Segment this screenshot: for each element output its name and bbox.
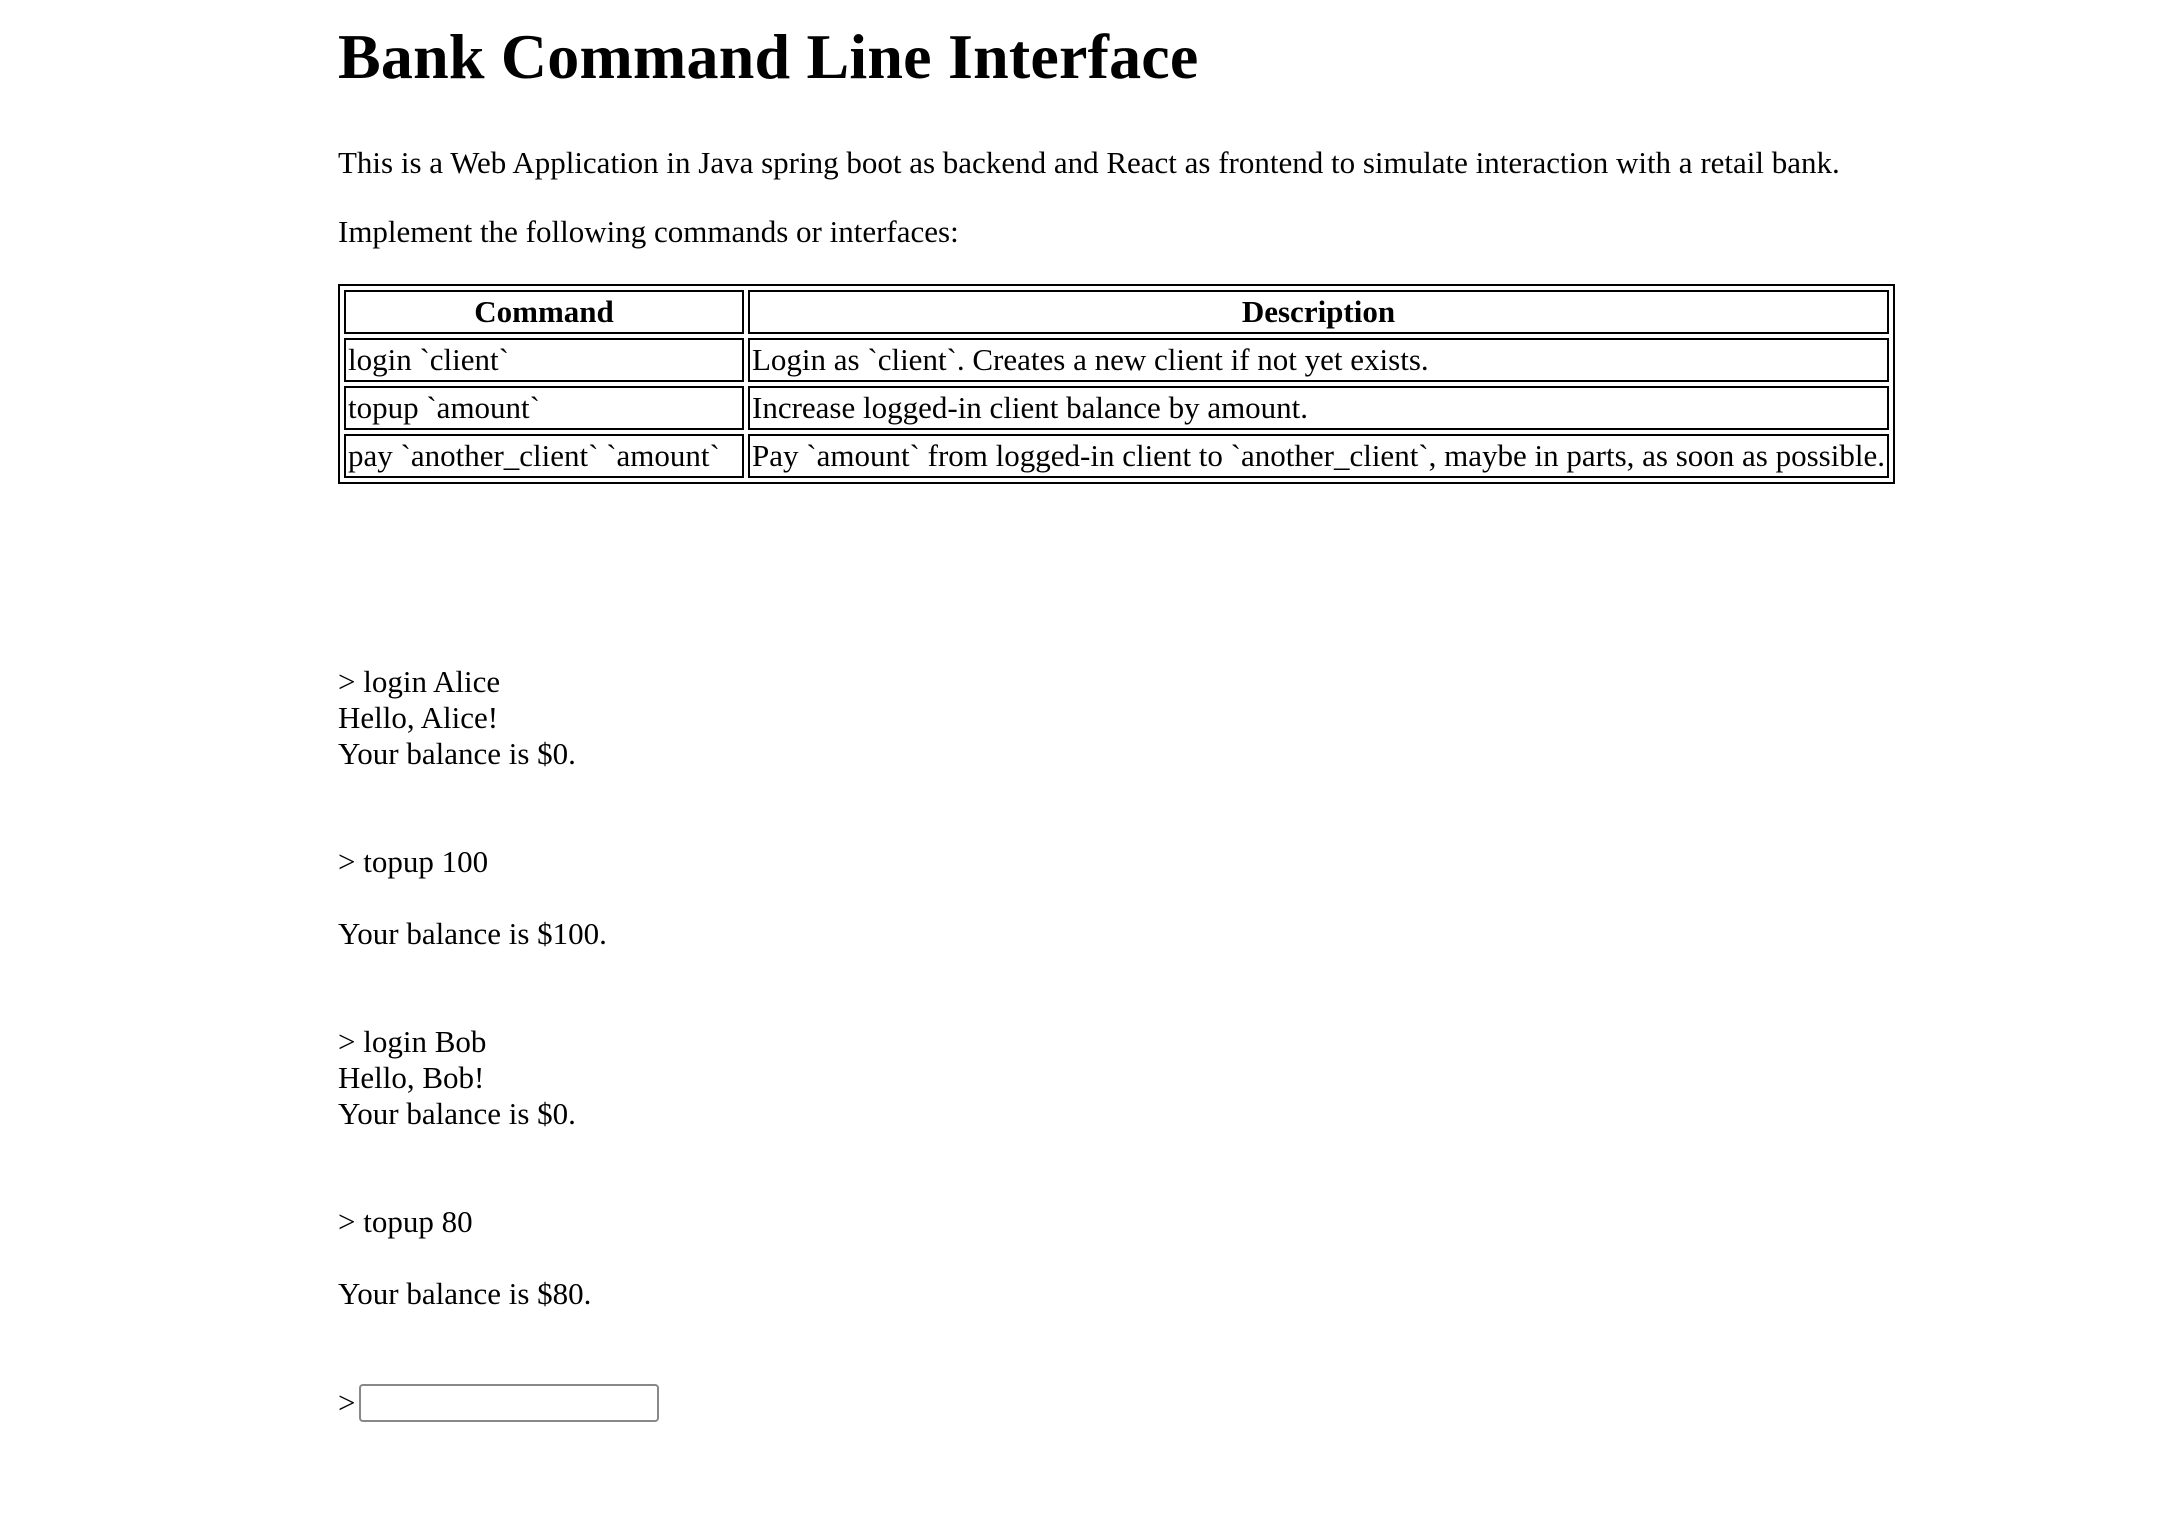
console-output: Hello, Alice! <box>338 699 499 735</box>
console-command: > topup 80 <box>338 1203 473 1239</box>
console-output: Hello, Bob! <box>338 1059 485 1095</box>
description-cell: Login as `client`. Creates a new client … <box>748 337 1889 382</box>
command-cell: login `client` <box>344 337 744 382</box>
console-output: Your balance is $100. <box>338 915 607 951</box>
console-output: Your balance is $80. <box>338 1275 592 1311</box>
command-prompt: > <box>338 1383 1938 1422</box>
intro-text: This is a Web Application in Java spring… <box>338 144 1840 180</box>
description-cell: Increase logged-in client balance by amo… <box>748 385 1889 430</box>
instructions-text: Implement the following commands or inte… <box>338 213 959 249</box>
console-entry: > login Alice Hello, Alice! Your balance… <box>338 664 1938 772</box>
description-cell: Pay `amount` from logged-in client to `a… <box>748 433 1889 478</box>
table-row: topup `amount` Increase logged-in client… <box>344 385 1889 430</box>
console-entry: > topup 100 Your balance is $100. <box>338 844 1938 952</box>
command-input[interactable] <box>359 1383 660 1422</box>
page-title: Bank Command Line Interface <box>338 21 1199 92</box>
column-header-command: Command <box>344 289 744 334</box>
console-output: Your balance is $0. <box>338 1095 576 1131</box>
console-entry: > topup 80 Your balance is $80. <box>338 1204 1938 1312</box>
column-header-description: Description <box>748 289 1889 334</box>
commands-table: Command Description login `client` Login… <box>338 283 1895 484</box>
table-row: pay `another_client` `amount` Pay `amoun… <box>344 433 1889 478</box>
console-output: Your balance is $0. <box>338 735 576 771</box>
console-log: > login Alice Hello, Alice! Your balance… <box>338 664 1938 1422</box>
page-container: Bank Command Line Interface This is a We… <box>338 0 1938 1422</box>
console-command: > login Alice <box>338 663 501 699</box>
command-cell: pay `another_client` `amount` <box>344 433 744 478</box>
console-command: > login Bob <box>338 1023 487 1059</box>
prompt-symbol: > <box>338 1385 356 1421</box>
console-command: > topup 100 <box>338 843 489 879</box>
command-cell: topup `amount` <box>344 385 744 430</box>
table-row: login `client` Login as `client`. Create… <box>344 337 1889 382</box>
table-header-row: Command Description <box>344 289 1889 334</box>
console-entry: > login Bob Hello, Bob! Your balance is … <box>338 1024 1938 1132</box>
